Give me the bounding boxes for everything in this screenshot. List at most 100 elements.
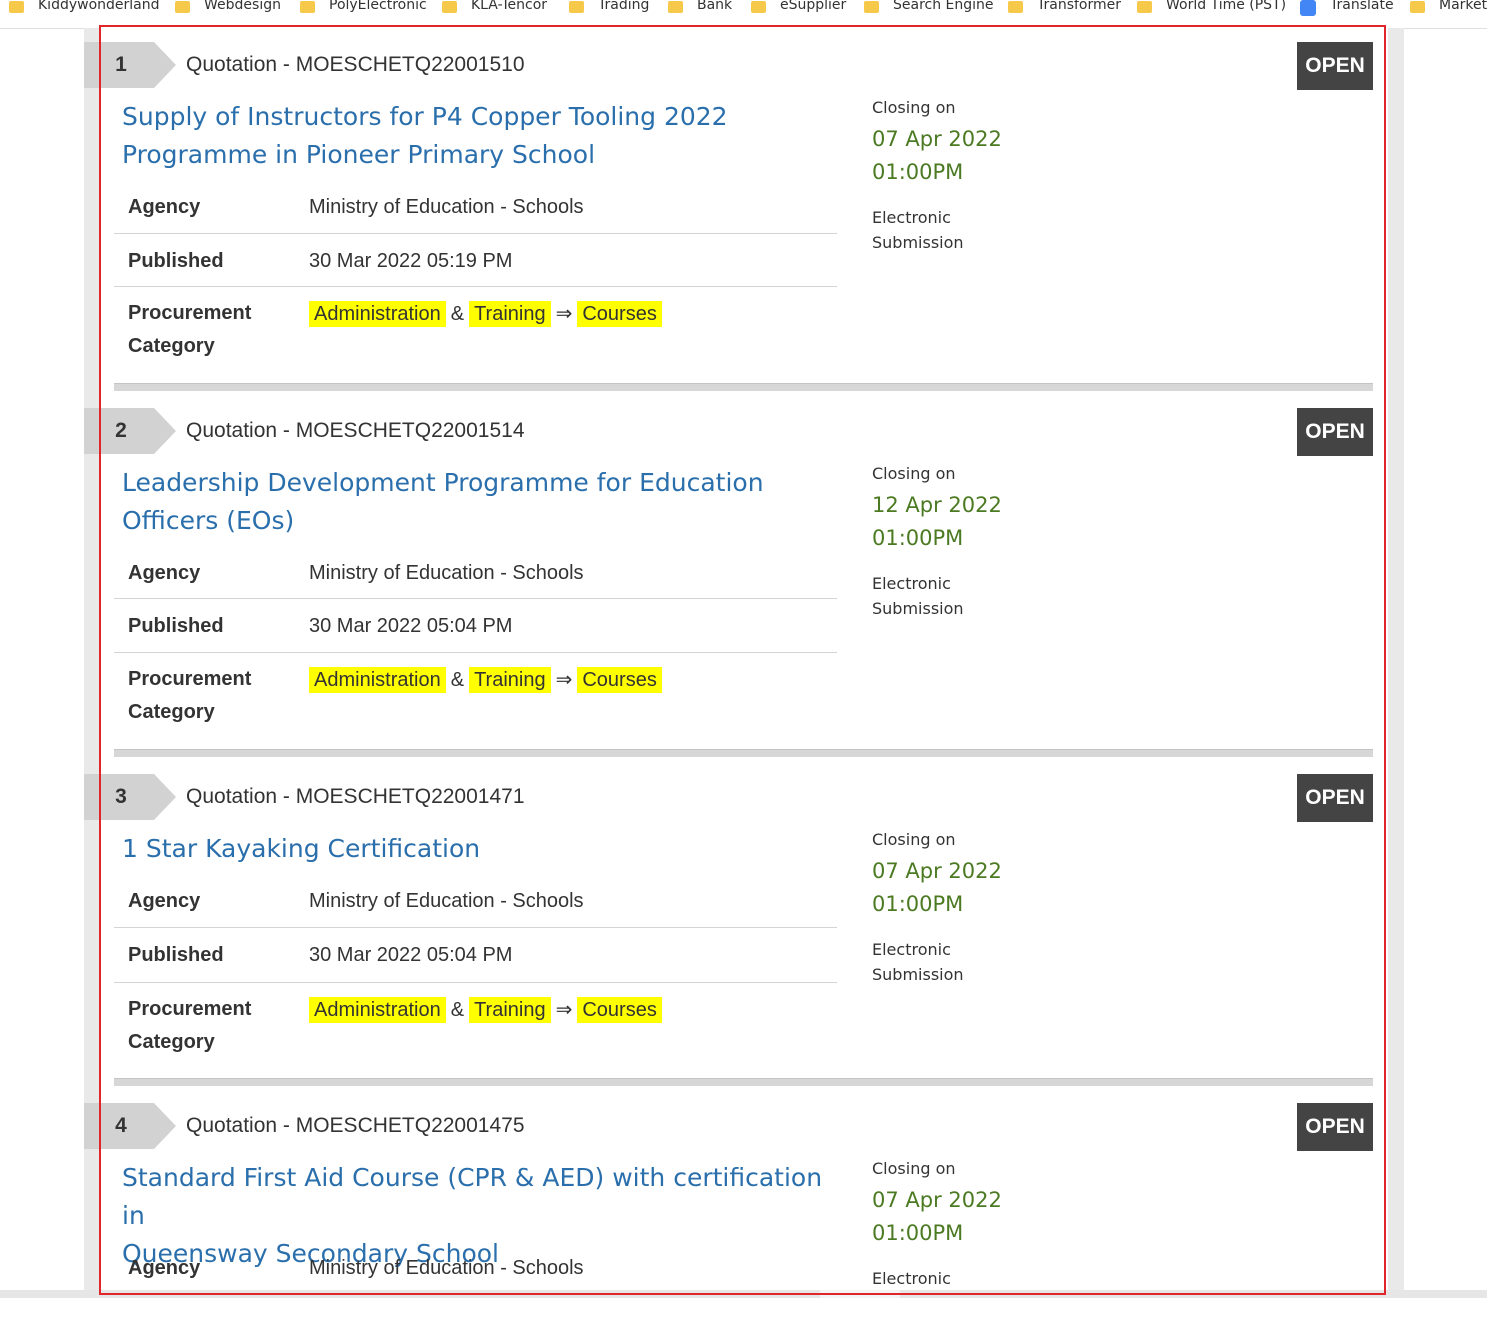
page-gutter-left (84, 28, 100, 1290)
bookmark-kiddywonderland[interactable]: Kiddywonderland (9, 0, 160, 17)
procurement-category-value: Administration & Training ⇒ Courses (309, 994, 662, 1027)
published-label: Published (128, 250, 224, 272)
bookmark-marketing[interactable]: Marketi (1410, 0, 1487, 17)
closing-on-label: Closing on (872, 464, 956, 483)
category-tag[interactable]: Courses (577, 301, 662, 327)
horizontal-scrollbar[interactable] (0, 1290, 1487, 1298)
label-line: Category (128, 335, 215, 357)
bookmark-kla-tencor[interactable]: KLA-Tencor (442, 0, 547, 17)
agency-value: Ministry of Education - Schools (309, 196, 584, 218)
submission-method: Electronic Submission (872, 205, 992, 255)
category-tag[interactable]: Training (469, 997, 551, 1023)
arrow-separator: ⇒ (555, 999, 573, 1021)
bookmark-webdesign[interactable]: Webdesign (175, 0, 281, 17)
category-tag[interactable]: Courses (577, 997, 662, 1023)
closing-info: Closing on 07 Apr 2022 01:00PM Electronic… (872, 829, 1002, 987)
folder-icon (668, 1, 683, 13)
submission-method: Electronic Submission (872, 937, 992, 987)
bookmark-esupplier[interactable]: eSupplier (751, 0, 846, 17)
submission-line: Electronic (872, 208, 951, 227)
tender-title-link[interactable]: Leadership Development Programme for Edu… (122, 464, 842, 540)
closing-on-label: Closing on (872, 1159, 956, 1178)
bookmark-world-time[interactable]: World Time (PST) (1137, 0, 1286, 17)
ampersand-separator: & (450, 303, 465, 325)
bookmark-trading[interactable]: Trading (569, 0, 649, 17)
tender-details: Agency Ministry of Education - Schools P… (114, 546, 837, 743)
status-badge: OPEN (1297, 774, 1373, 822)
folder-icon (442, 1, 457, 13)
tender-card: 4 Quotation - MOESCHETQ22001475 OPEN Sta… (84, 1103, 1373, 1290)
tender-title-line: Officers (EOs) (122, 506, 295, 535)
tender-details: Agency Ministry of Education - Schools (114, 1241, 837, 1290)
window-bottom (0, 1298, 1487, 1323)
bookmark-translate[interactable]: Translate (1300, 0, 1394, 17)
tender-title-link[interactable]: Supply of Instructors for P4 Copper Tool… (122, 98, 842, 174)
published-row: Published 30 Mar 2022 05:04 PM (114, 928, 837, 983)
submission-line: Electronic (872, 940, 951, 959)
folder-icon (569, 1, 584, 13)
category-tag[interactable]: Training (469, 667, 551, 693)
tender-title-link[interactable]: 1 Star Kayaking Certification (122, 830, 842, 868)
category-tag[interactable]: Administration (309, 667, 446, 693)
bookmark-transformer[interactable]: Transformer (1008, 0, 1121, 17)
tender-reference: Quotation - MOESCHETQ22001475 (186, 1114, 525, 1137)
published-row: Published 30 Mar 2022 05:19 PM (114, 234, 837, 287)
tender-title-line: Supply of Instructors for P4 Copper Tool… (122, 102, 728, 131)
agency-row: Agency Ministry of Education - Schools (114, 546, 837, 599)
bookmark-label: KLA-Tencor (471, 0, 548, 13)
arrow-separator: ⇒ (555, 303, 573, 325)
submission-method: Electronic (872, 1266, 992, 1290)
label-line: Procurement (128, 668, 252, 690)
status-badge: OPEN (1297, 408, 1373, 456)
agency-row: Agency Ministry of Education - Schools (114, 180, 837, 234)
procurement-category-value: Administration & Training ⇒ Courses (309, 664, 662, 697)
submission-line: Electronic (872, 1269, 951, 1288)
label-line: Category (128, 701, 215, 723)
bookmark-label: PolyElectronic (329, 0, 427, 13)
procurement-category-row: Procurement Category Administration & Train… (114, 983, 837, 1073)
bookmark-label: Marketi (1439, 0, 1487, 13)
agency-label: Agency (128, 196, 201, 218)
submission-line: Submission (872, 965, 964, 984)
procurement-category-label: Procurement Category (128, 663, 278, 729)
tender-reference: Quotation - MOESCHETQ22001514 (186, 419, 525, 442)
tender-reference: Quotation - MOESCHETQ22001510 (186, 53, 525, 76)
label-line: Procurement (128, 302, 252, 324)
procurement-category-row: Procurement Category Administration & Train… (114, 653, 837, 743)
bookmark-bank[interactable]: Bank (668, 0, 732, 17)
closing-date-time: 01:00PM (872, 892, 964, 916)
category-tag[interactable]: Training (469, 301, 551, 327)
bookmark-label: Trading (598, 0, 650, 13)
procurement-category-value: Administration & Training ⇒ Courses (309, 298, 662, 331)
folder-icon (175, 1, 190, 13)
category-tag[interactable]: Courses (577, 667, 662, 693)
submission-line: Submission (872, 599, 964, 618)
google-translate-icon (1300, 0, 1316, 16)
card-divider (114, 1078, 1373, 1086)
arrow-separator: ⇒ (555, 669, 573, 691)
bookmark-label: World Time (PST) (1166, 0, 1287, 13)
agency-row: Agency Ministry of Education - Schools (114, 874, 837, 928)
closing-date-time: 01:00PM (872, 160, 964, 184)
folder-icon (864, 1, 879, 13)
category-tag[interactable]: Administration (309, 997, 446, 1023)
closing-date: 12 Apr 2022 01:00PM (872, 489, 1002, 555)
tender-title-line: Programme in Pioneer Primary School (122, 140, 596, 169)
closing-on-label: Closing on (872, 830, 956, 849)
category-tag[interactable]: Administration (309, 301, 446, 327)
submission-line: Electronic (872, 574, 951, 593)
bookmark-polyelectronic[interactable]: PolyElectronic (300, 0, 427, 17)
procurement-category-label: Procurement Category (128, 993, 278, 1059)
closing-date: 07 Apr 2022 01:00PM (872, 855, 1002, 921)
published-label: Published (128, 615, 224, 637)
bookmark-search-engine[interactable]: Search Engine (864, 0, 994, 17)
agency-label: Agency (128, 890, 201, 912)
closing-on-label: Closing on (872, 98, 956, 117)
scrollbar-thumb[interactable] (820, 1290, 900, 1298)
folder-icon (1008, 1, 1023, 13)
folder-icon (1137, 1, 1152, 13)
submission-line: Submission (872, 233, 964, 252)
published-value: 30 Mar 2022 05:19 PM (309, 250, 513, 272)
closing-info: Closing on 12 Apr 2022 01:00PM Electronic… (872, 463, 1002, 621)
closing-date-day: 07 Apr 2022 (872, 1188, 1002, 1212)
